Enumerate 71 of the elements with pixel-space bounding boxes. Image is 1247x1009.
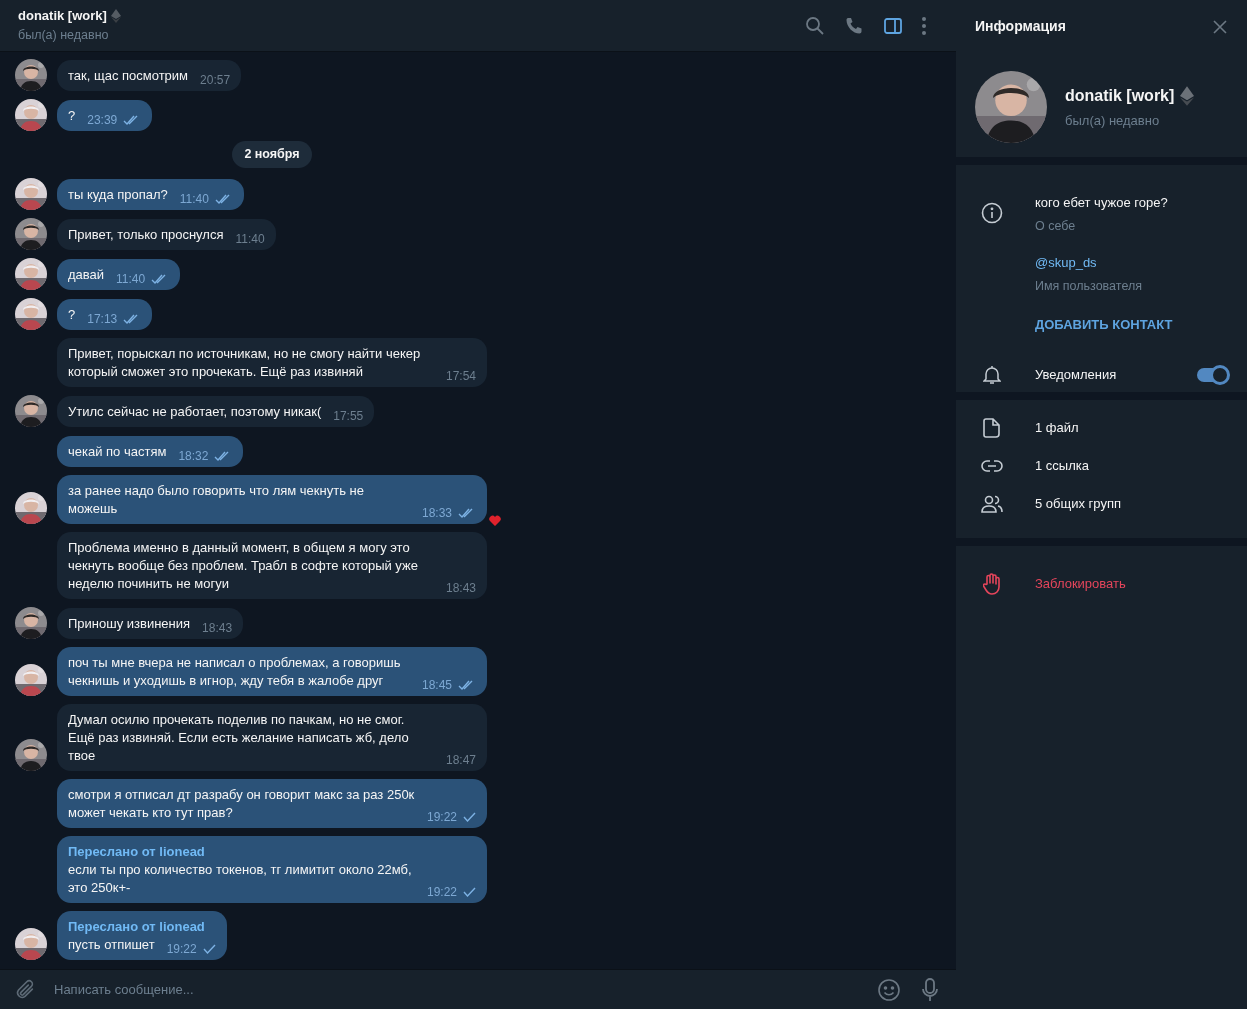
message-text: поч ты мне вчера не написал о проблемах, а говоришь чекнишь и уходишь в игнор, жду тебя в жалобе друг xyxy=(68,654,402,690)
close-icon[interactable] xyxy=(1213,19,1227,34)
message-text: за ранее надо было говорить что лям чекнуть не можешь xyxy=(68,482,365,518)
message-time: 20:57 xyxy=(200,72,231,90)
message-time: 11:40 xyxy=(179,191,209,208)
message-time: 17:13 xyxy=(87,311,118,328)
message-time: 17:55 xyxy=(333,408,364,425)
more-icon[interactable] xyxy=(922,16,926,35)
contact-name: donatik [work] xyxy=(1065,85,1175,106)
message-text: ты куда пропал? xyxy=(68,186,168,204)
message-time: 11:40 xyxy=(235,231,265,248)
phone-icon[interactable] xyxy=(844,15,864,36)
last-seen-status: был(а) недавно xyxy=(1065,111,1161,130)
people-icon xyxy=(981,495,1003,513)
message-time: 18:45 xyxy=(421,677,452,694)
bio-label: О себе xyxy=(1035,217,1077,235)
message-text: чекай по частям xyxy=(68,443,167,461)
notifications-toggle[interactable] xyxy=(1197,368,1227,382)
bell-icon xyxy=(983,365,1001,385)
hand-icon xyxy=(983,573,1001,595)
username-link[interactable]: @skup_ds xyxy=(1035,253,1173,273)
paperclip-icon[interactable] xyxy=(14,978,36,1001)
message-text: так, щас посмотрим xyxy=(68,67,189,86)
message-text: пусть отпишет xyxy=(68,936,155,954)
message-text: Привет, порыскал по источникам, но не смогу найти чекер который сможет это прочекать. Ещё раз извиняй xyxy=(68,345,422,381)
message-time: 19:22 xyxy=(426,809,457,826)
diamond-icon xyxy=(1180,84,1195,107)
emoji-icon[interactable] xyxy=(877,977,901,1002)
last-seen-status: был(а) недавно xyxy=(18,26,110,44)
username-label: Имя пользователя xyxy=(1035,277,1143,295)
message-time: 18:43 xyxy=(445,580,476,597)
microphone-icon[interactable] xyxy=(921,977,939,1002)
info-icon xyxy=(981,202,1003,224)
forwarded-header: Переслано от lionead xyxy=(68,843,206,861)
message-text: если ты про количество токенов, тг лимитит около 22мб, это 250к+- xyxy=(68,861,413,897)
message-text: Проблема именно в данный момент, в общем я могу это чекнуть вообще без проблем. Трабл в софте который уже неделю починить не могуи xyxy=(68,539,419,593)
message-input[interactable]: Написать сообщение... xyxy=(54,979,877,1000)
message-time: 18:32 xyxy=(178,448,209,465)
message-text: давай xyxy=(68,266,105,284)
message-time: 18:47 xyxy=(445,752,476,769)
message-input-bar[interactable]: Написать сообщение... xyxy=(0,969,956,1009)
forwarded-header: Переслано от lionead xyxy=(68,918,206,936)
message-text: смотри я отписал дт разрабу он говорит макс за раз 250к может чекать кто тут прав? xyxy=(68,786,415,822)
message-time: 18:33 xyxy=(421,505,452,522)
diamond-icon xyxy=(110,9,121,24)
notifications-label: Уведомления xyxy=(1035,366,1118,385)
message-time: 18:43 xyxy=(202,620,233,637)
sidebar-toggle-icon[interactable] xyxy=(883,15,903,36)
date-separator: 2 ноября xyxy=(232,141,312,168)
message-text: Думал осилю прочекать поделив по пачкам, но не смог. Ещё раз извиняй. Если есть желание написать жб, дело твое xyxy=(68,711,410,765)
message-text: Привет, только проснулся xyxy=(68,226,224,244)
message-time: 17:54 xyxy=(445,368,476,385)
link-count-item[interactable]: 1 ссылка xyxy=(1035,456,1089,476)
contact-name: donatik [work] xyxy=(18,7,107,26)
message-time: 19:22 xyxy=(426,884,457,901)
link-icon xyxy=(981,459,1003,473)
add-contact-button[interactable]: ДОБАВИТЬ КОНТАКТ xyxy=(1035,314,1173,334)
file-count-item[interactable]: 1 файл xyxy=(1035,418,1079,438)
message-text: ? xyxy=(68,107,76,126)
file-icon xyxy=(983,418,1001,438)
message-text: ? xyxy=(68,306,76,324)
bio-text: кого ебет чужое горе? xyxy=(1035,194,1169,212)
message-text: Приношу извинения xyxy=(68,615,191,633)
message-time: 19:22 xyxy=(166,941,197,958)
message-text: Утилс сейчас не работает, поэтому никак( xyxy=(68,403,322,421)
message-time: 23:39 xyxy=(87,112,118,130)
groups-count-item[interactable]: 5 общих групп xyxy=(1035,494,1121,514)
search-icon[interactable] xyxy=(805,15,825,36)
panel-title: Информация xyxy=(975,17,1066,36)
message-time: 11:40 xyxy=(116,271,146,288)
block-button[interactable]: Заблокировать xyxy=(1035,574,1126,594)
